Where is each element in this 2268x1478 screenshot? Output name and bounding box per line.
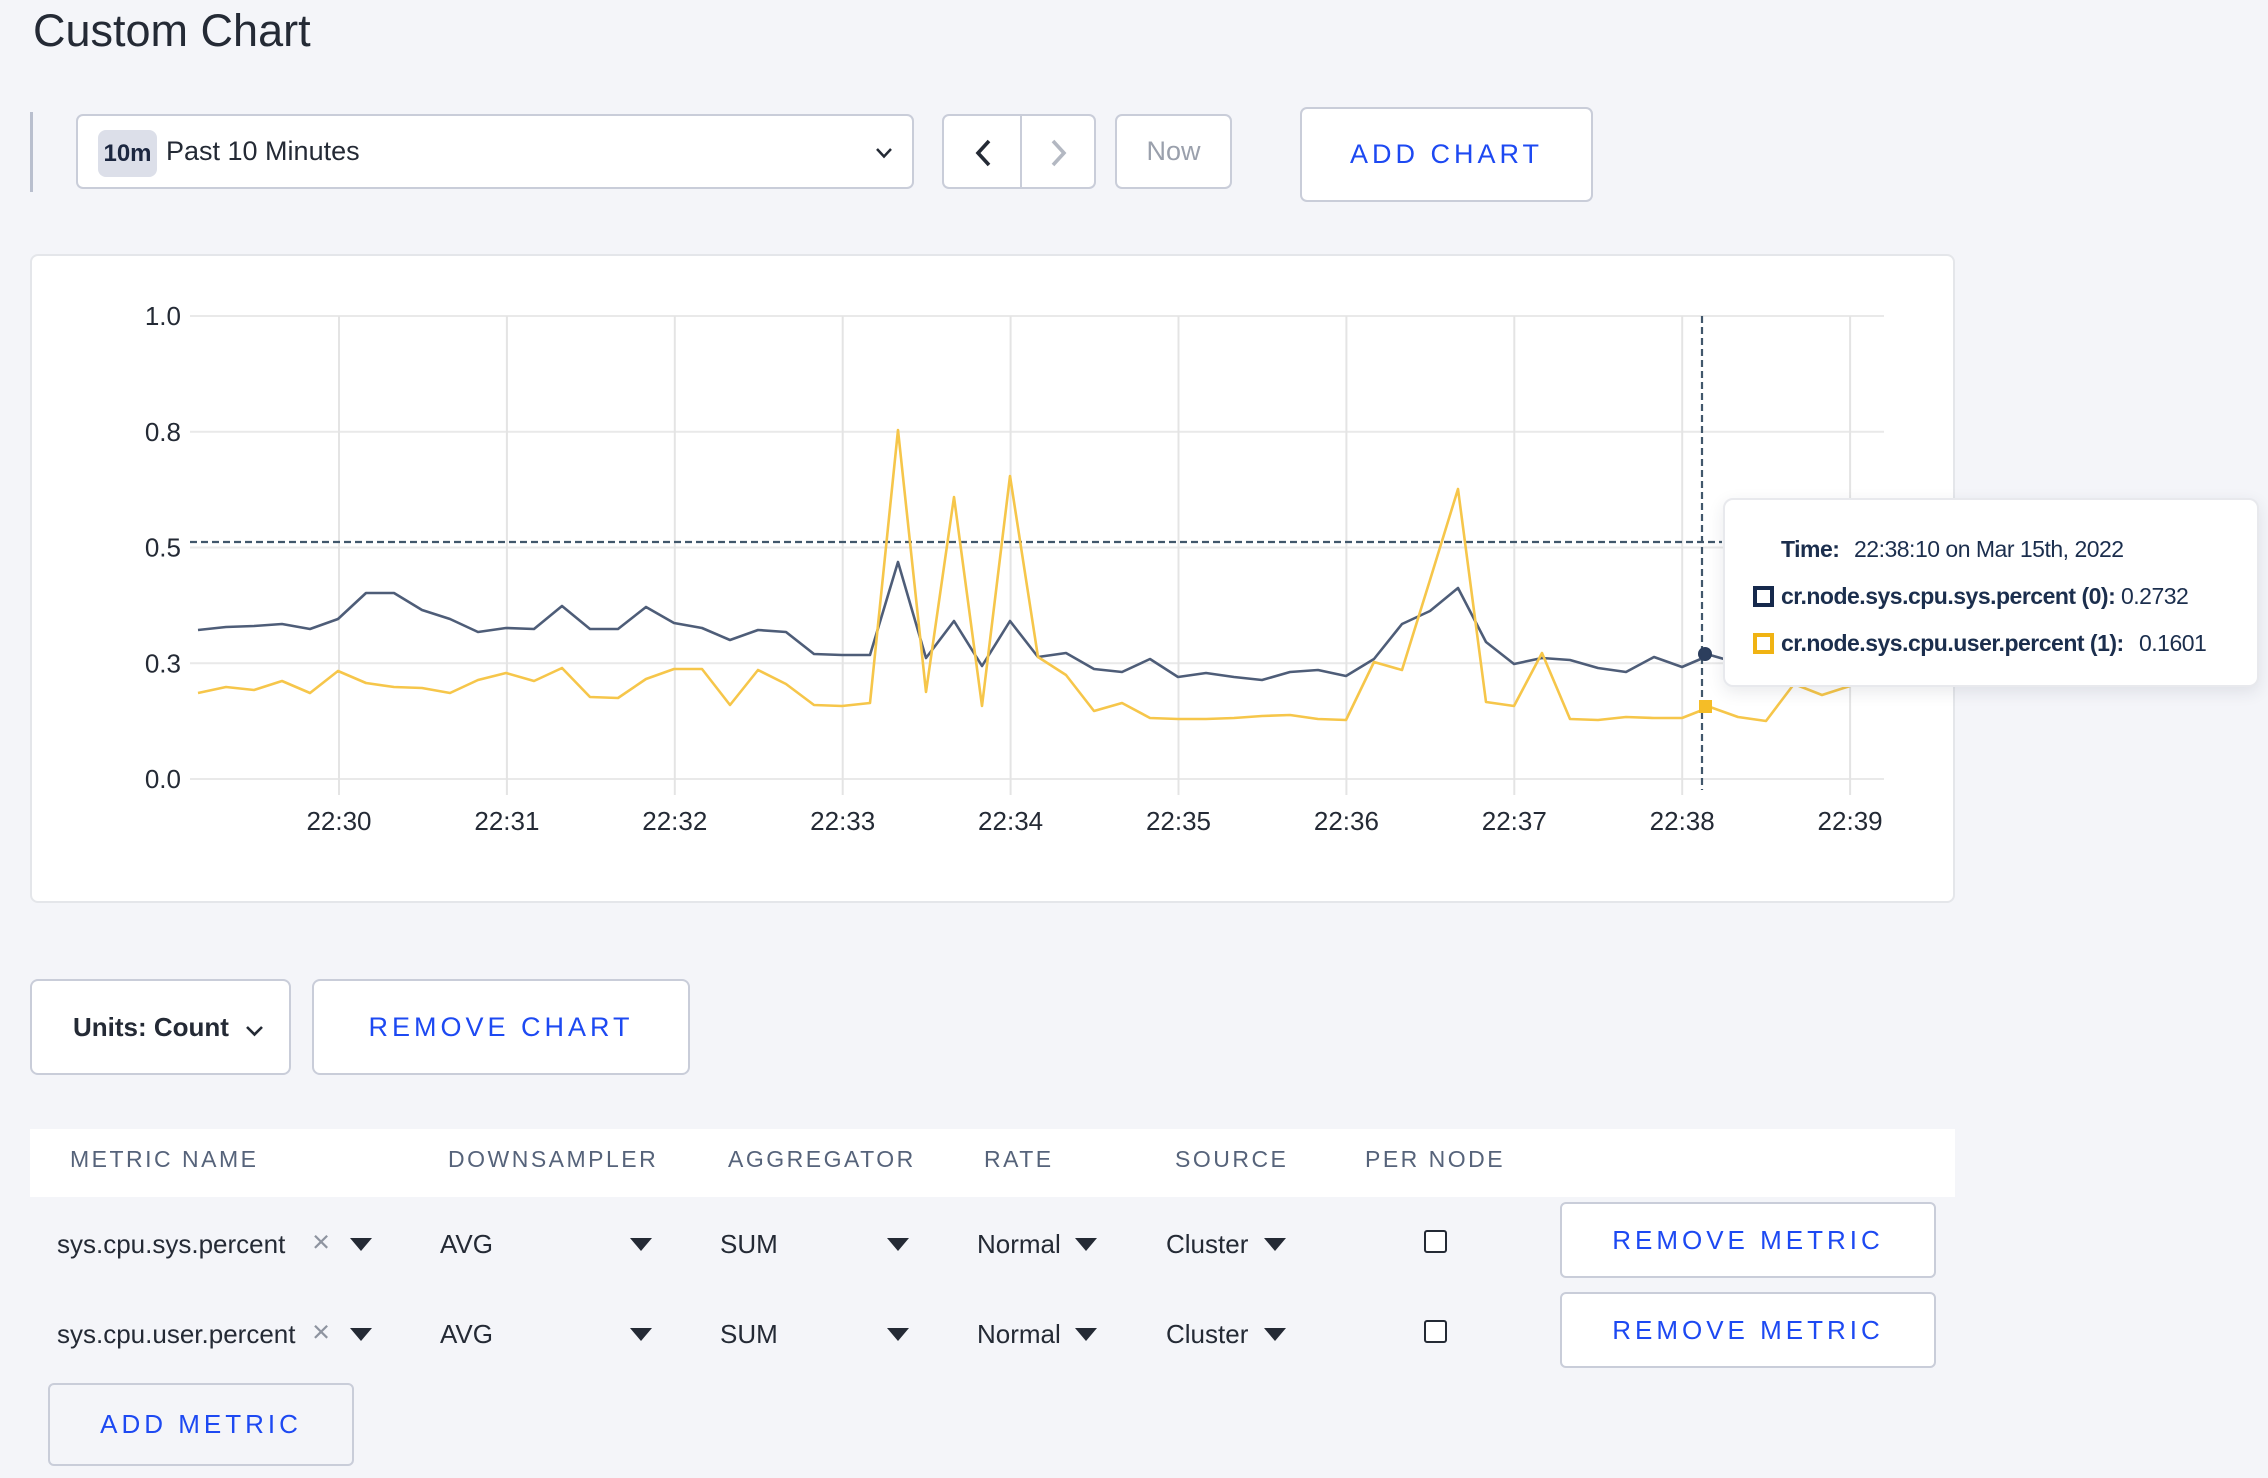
svg-text:1.0: 1.0 bbox=[145, 301, 181, 331]
svg-text:22:32: 22:32 bbox=[642, 806, 707, 836]
svg-text:22:30: 22:30 bbox=[306, 806, 371, 836]
svg-text:0.3: 0.3 bbox=[145, 648, 181, 678]
svg-text:22:37: 22:37 bbox=[1482, 806, 1547, 836]
svg-text:0.0: 0.0 bbox=[145, 764, 181, 794]
svg-text:22:35: 22:35 bbox=[1146, 806, 1211, 836]
svg-text:22:34: 22:34 bbox=[978, 806, 1043, 836]
svg-text:22:38: 22:38 bbox=[1650, 806, 1715, 836]
svg-text:22:36: 22:36 bbox=[1314, 806, 1379, 836]
svg-text:0.5: 0.5 bbox=[145, 533, 181, 563]
svg-text:22:39: 22:39 bbox=[1818, 806, 1883, 836]
svg-text:22:33: 22:33 bbox=[810, 806, 875, 836]
svg-text:0.8: 0.8 bbox=[145, 417, 181, 447]
svg-text:22:31: 22:31 bbox=[474, 806, 539, 836]
